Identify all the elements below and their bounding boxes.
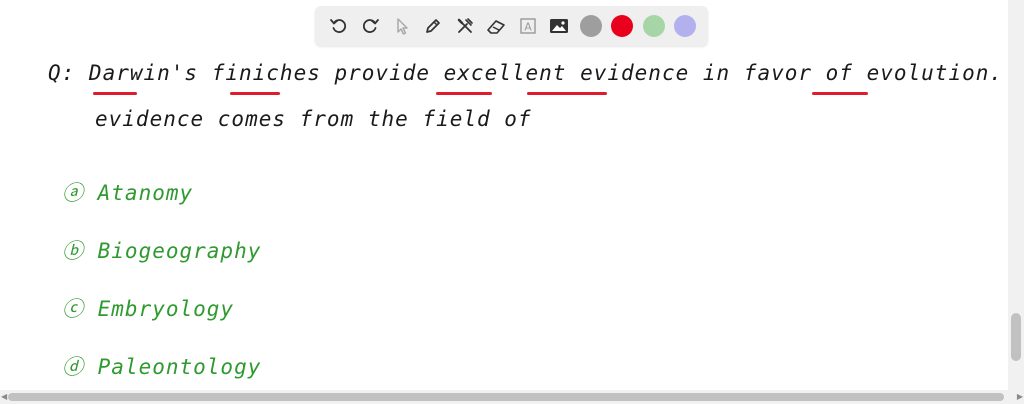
option-d: ⓓ Paleontology [62,355,262,379]
question-line-1: Q: Darwin's finiches provide excellent e… [48,61,1024,85]
redo-icon[interactable] [355,11,387,41]
underline-finiches [230,92,280,95]
vertical-scrollbar[interactable] [1008,0,1024,390]
tools-icon[interactable] [449,11,481,41]
color-purple[interactable] [670,11,702,41]
whiteboard-canvas[interactable]: Q: Darwin's finiches provide excellent e… [0,50,1024,390]
horizontal-scrollbar-thumb[interactable] [8,393,1004,401]
scroll-left-arrow-icon[interactable]: ◀ [1,393,7,401]
eraser-icon[interactable] [481,11,513,41]
color-red[interactable] [607,11,639,41]
undo-icon[interactable] [323,11,355,41]
drawing-toolbar: A [315,6,708,46]
color-green[interactable] [638,11,670,41]
option-c: ⓒ Embryology [62,297,235,321]
underline-excellent [436,92,492,95]
svg-text:A: A [524,21,532,34]
pointer-icon[interactable] [386,11,418,41]
scroll-right-arrow-icon[interactable]: ▶ [1017,393,1023,401]
text-icon[interactable]: A [512,11,544,41]
underline-darwin [93,92,137,95]
vertical-scrollbar-thumb[interactable] [1011,313,1021,361]
color-gray[interactable] [575,11,607,41]
option-a: ⓐ Atanomy [62,181,194,205]
image-icon[interactable] [544,11,576,41]
horizontal-scrollbar[interactable]: ◀ ▶ [0,390,1024,404]
question-line-2: evidence comes from the field of [95,107,532,131]
underline-evidence [527,92,607,95]
underline-evolution [812,92,868,95]
pen-icon[interactable] [418,11,450,41]
option-b: ⓑ Biogeography [62,239,262,263]
